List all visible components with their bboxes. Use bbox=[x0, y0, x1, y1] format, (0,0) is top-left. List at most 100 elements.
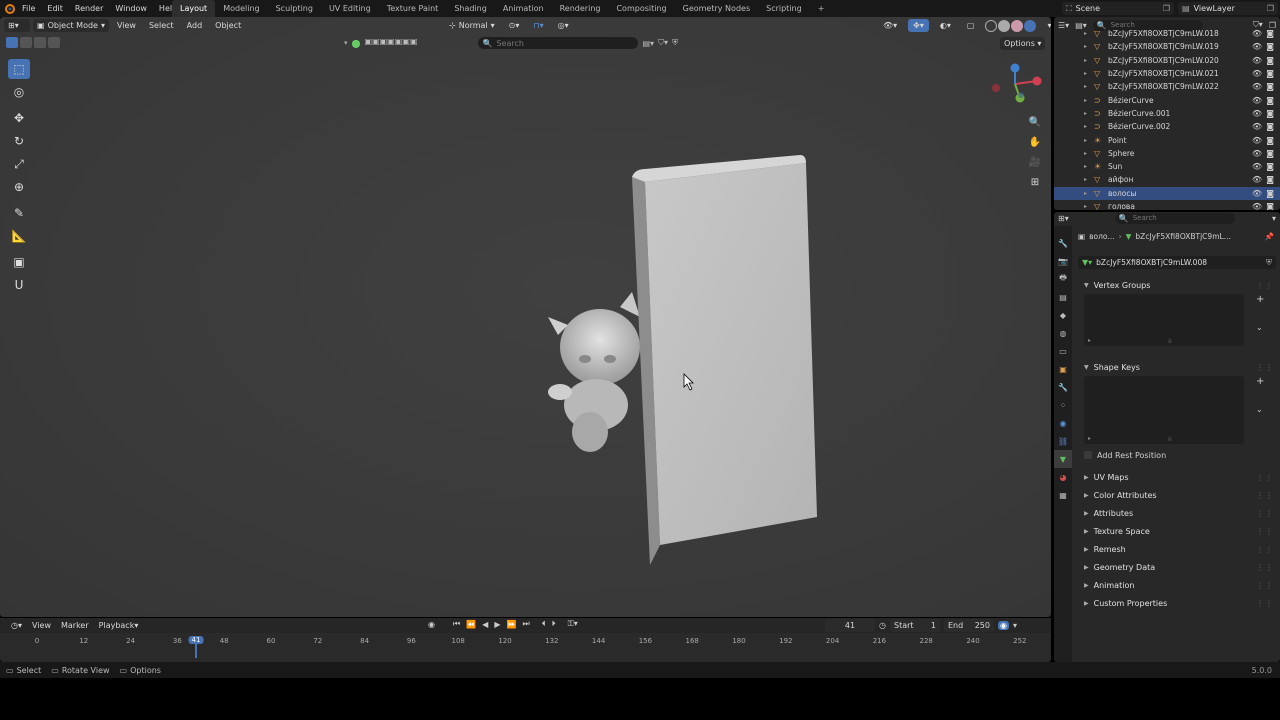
camera-render-icon[interactable]: ◙ bbox=[1266, 175, 1274, 184]
drag-handle-icon[interactable]: ⋮⋮ bbox=[1256, 545, 1274, 554]
frame-ruler[interactable]: 0 12 24 36 48 60 72 84 96 108 120 132 144 156 168 180 19… bbox=[0, 618, 1051, 662]
new-scene-icon[interactable]: ❐ bbox=[1163, 4, 1170, 13]
eye-icon[interactable]: 👁 bbox=[1252, 189, 1262, 198]
character-model[interactable] bbox=[548, 292, 640, 452]
camera-render-icon[interactable]: ◙ bbox=[1266, 149, 1274, 158]
eye-icon[interactable]: 👁 bbox=[1252, 122, 1262, 131]
timeline-editor[interactable]: ◷▾ View Marker Playback ▾ ◉ ⏮ ⏪ ◀ ▶ ⏩ ⏭ ⏴… bbox=[0, 618, 1051, 662]
world-tab-icon[interactable]: ◍ bbox=[1054, 324, 1072, 342]
mesh-data-tab-icon[interactable]: ▼ bbox=[1054, 450, 1072, 468]
panel-attributes[interactable]: ▶ Attributes ⋮⋮ bbox=[1078, 504, 1280, 522]
camera-render-icon[interactable]: ◙ bbox=[1266, 162, 1274, 171]
list-resize-handle-icon[interactable]: ⁞⁞ bbox=[1168, 436, 1172, 443]
panel-custom-properties[interactable]: ▶ Custom Properties ⋮⋮ bbox=[1078, 594, 1280, 612]
outliner-row[interactable]: ▸ ⊃ BézierCurve.002 👁 ◙ bbox=[1054, 120, 1280, 133]
expand-arrow-icon[interactable]: ▸ bbox=[1084, 110, 1087, 117]
eye-icon[interactable]: 👁 bbox=[1252, 136, 1262, 145]
phone-slab-model[interactable] bbox=[632, 155, 817, 565]
editor-type-icon[interactable]: ⊞▾ bbox=[1058, 214, 1069, 223]
playhead-frame[interactable]: 41 bbox=[188, 636, 204, 644]
drag-handle-icon[interactable]: ⋮⋮ bbox=[1256, 509, 1274, 518]
collection-tab-icon[interactable]: ▭ bbox=[1054, 342, 1072, 360]
panel-shape-keys[interactable]: ▼ Shape Keys ⋮⋮ bbox=[1078, 358, 1280, 376]
3d-viewport[interactable]: ⊞▾ ▣ Object Mode ▾ View Select Add Objec… bbox=[0, 17, 1051, 617]
panel-texture-space[interactable]: ▶ Texture Space ⋮⋮ bbox=[1078, 522, 1280, 540]
camera-render-icon[interactable]: ◙ bbox=[1266, 82, 1274, 91]
menu-file[interactable]: File bbox=[16, 0, 41, 17]
eye-icon[interactable]: 👁 bbox=[1252, 69, 1262, 78]
drag-handle-icon[interactable]: ⋮⋮ bbox=[1256, 563, 1274, 572]
output-tab-icon[interactable]: 🖶 bbox=[1054, 270, 1072, 288]
expand-arrow-icon[interactable]: ▸ bbox=[1084, 150, 1087, 157]
camera-render-icon[interactable]: ◙ bbox=[1266, 69, 1274, 78]
scene-selector[interactable]: ⛶ Scene ❐ bbox=[1062, 2, 1174, 15]
drag-handle-icon[interactable]: ⋮⋮ bbox=[1256, 491, 1274, 500]
tab-shading[interactable]: Shading bbox=[446, 0, 495, 17]
eye-icon[interactable]: 👁 bbox=[1252, 96, 1262, 105]
outliner-row[interactable]: ▸ ☀ Point 👁 ◙ bbox=[1054, 133, 1280, 146]
outliner[interactable]: ☰▾ ▤▾ 🔍 Search ⛉▾ ❐ ▸ ▽ bZcJyF5Xfi8OXBTjC9… bbox=[1054, 17, 1280, 210]
mesh-datablock-selector[interactable]: ▼▾ bZcJyF5Xfi8OXBTjC9mLW.008 ⛨ bbox=[1078, 256, 1276, 269]
tab-layout[interactable]: Layout bbox=[172, 0, 216, 17]
view-layer-tab-icon[interactable]: ▤ bbox=[1054, 288, 1072, 306]
shape-keys-list[interactable]: ▸ ⁞⁞ bbox=[1084, 376, 1244, 444]
panel-uv-maps[interactable]: ▶ UV Maps ⋮⋮ bbox=[1078, 468, 1280, 486]
blender-logo-icon[interactable] bbox=[4, 3, 15, 14]
eye-icon[interactable]: 👁 bbox=[1252, 82, 1262, 91]
expand-arrow-icon[interactable]: ▸ bbox=[1084, 97, 1087, 104]
panel-geometry-data[interactable]: ▶ Geometry Data ⋮⋮ bbox=[1078, 558, 1280, 576]
shape-key-menu-icon[interactable]: ⌄ bbox=[1256, 405, 1264, 414]
eye-icon[interactable]: 👁 bbox=[1252, 56, 1262, 65]
camera-render-icon[interactable]: ◙ bbox=[1266, 56, 1274, 65]
drag-handle-icon[interactable]: ⋮⋮ bbox=[1256, 599, 1274, 608]
eye-icon[interactable]: 👁 bbox=[1252, 162, 1262, 171]
eye-icon[interactable]: 👁 bbox=[1252, 175, 1262, 184]
camera-render-icon[interactable]: ◙ bbox=[1266, 96, 1274, 105]
expand-arrow-icon[interactable]: ▸ bbox=[1084, 163, 1087, 170]
tab-uv-editing[interactable]: UV Editing bbox=[321, 0, 379, 17]
drag-handle-icon[interactable]: ⋮⋮ bbox=[1256, 473, 1274, 482]
drag-handle-icon[interactable]: ⋮⋮ bbox=[1256, 581, 1274, 590]
panel-remesh[interactable]: ▶ Remesh ⋮⋮ bbox=[1078, 540, 1280, 558]
outliner-row[interactable]: ▸ ▽ голова 👁 ◙ bbox=[1054, 200, 1280, 210]
add-shape-key-icon[interactable]: + bbox=[1256, 376, 1264, 387]
panel-animation[interactable]: ▶ Animation ⋮⋮ bbox=[1078, 576, 1280, 594]
expand-arrow-icon[interactable]: ▸ bbox=[1084, 203, 1087, 210]
drag-handle-icon[interactable]: ⋮⋮ bbox=[1256, 281, 1274, 290]
material-tab-icon[interactable]: ◕ bbox=[1054, 468, 1072, 486]
object-tab-icon[interactable]: ▣ bbox=[1054, 360, 1072, 378]
expand-arrow-icon[interactable]: ▸ bbox=[1084, 83, 1087, 90]
playhead-line[interactable] bbox=[195, 644, 197, 658]
expand-arrow-icon[interactable]: ▸ bbox=[1084, 70, 1087, 77]
view-layer-selector[interactable]: ▤ ViewLayer ❐ bbox=[1178, 2, 1278, 15]
camera-render-icon[interactable]: ◙ bbox=[1266, 122, 1274, 131]
outliner-row[interactable]: ▸ ▽ волосы 👁 ◙ bbox=[1054, 186, 1280, 200]
properties-search-input[interactable]: 🔍 Search bbox=[1114, 212, 1235, 224]
tab-compositing[interactable]: Compositing bbox=[608, 0, 674, 17]
particles-tab-icon[interactable]: ⁘ bbox=[1054, 396, 1072, 414]
scene-render[interactable] bbox=[0, 17, 1051, 617]
modifier-tab-icon[interactable]: 🔧 bbox=[1054, 378, 1072, 396]
eye-icon[interactable]: 👁 bbox=[1252, 109, 1262, 118]
outliner-row[interactable]: ▸ ⊃ BézierCurve 👁 ◙ bbox=[1054, 93, 1280, 106]
outliner-row[interactable]: ▸ ▽ bZcJyF5Xfi8OXBTjC9mLW.020 👁 ◙ bbox=[1054, 54, 1280, 67]
vertex-groups-list[interactable]: ▸ ⁞⁞ bbox=[1084, 294, 1244, 346]
eye-icon[interactable]: 👁 bbox=[1252, 202, 1262, 210]
add-workspace-button[interactable]: + bbox=[810, 0, 833, 17]
expand-arrow-icon[interactable]: ▸ bbox=[1084, 43, 1087, 50]
constraints-tab-icon[interactable]: ⛓ bbox=[1054, 432, 1072, 450]
expand-arrow-icon[interactable]: ▸ bbox=[1084, 57, 1087, 64]
tab-rendering[interactable]: Rendering bbox=[552, 0, 609, 17]
physics-tab-icon[interactable]: ◉ bbox=[1054, 414, 1072, 432]
outliner-row[interactable]: ▸ ▽ bZcJyF5Xfi8OXBTjC9mLW.021 👁 ◙ bbox=[1054, 67, 1280, 80]
tab-animation[interactable]: Animation bbox=[495, 0, 552, 17]
outliner-row[interactable]: ▸ ▽ Sphere 👁 ◙ bbox=[1054, 147, 1280, 160]
eye-icon[interactable]: 👁 bbox=[1252, 149, 1262, 158]
tool-tab-icon[interactable]: 🔧 bbox=[1054, 234, 1072, 252]
menu-window[interactable]: Window bbox=[109, 0, 153, 17]
tab-modeling[interactable]: Modeling bbox=[215, 0, 267, 17]
outliner-row[interactable]: ▸ ☀ Sun 👁 ◙ bbox=[1054, 160, 1280, 173]
add-rest-position-checkbox[interactable] bbox=[1084, 451, 1092, 459]
list-resize-handle-icon[interactable]: ⁞⁞ bbox=[1168, 338, 1172, 345]
expand-arrow-icon[interactable]: ▸ bbox=[1084, 176, 1087, 183]
